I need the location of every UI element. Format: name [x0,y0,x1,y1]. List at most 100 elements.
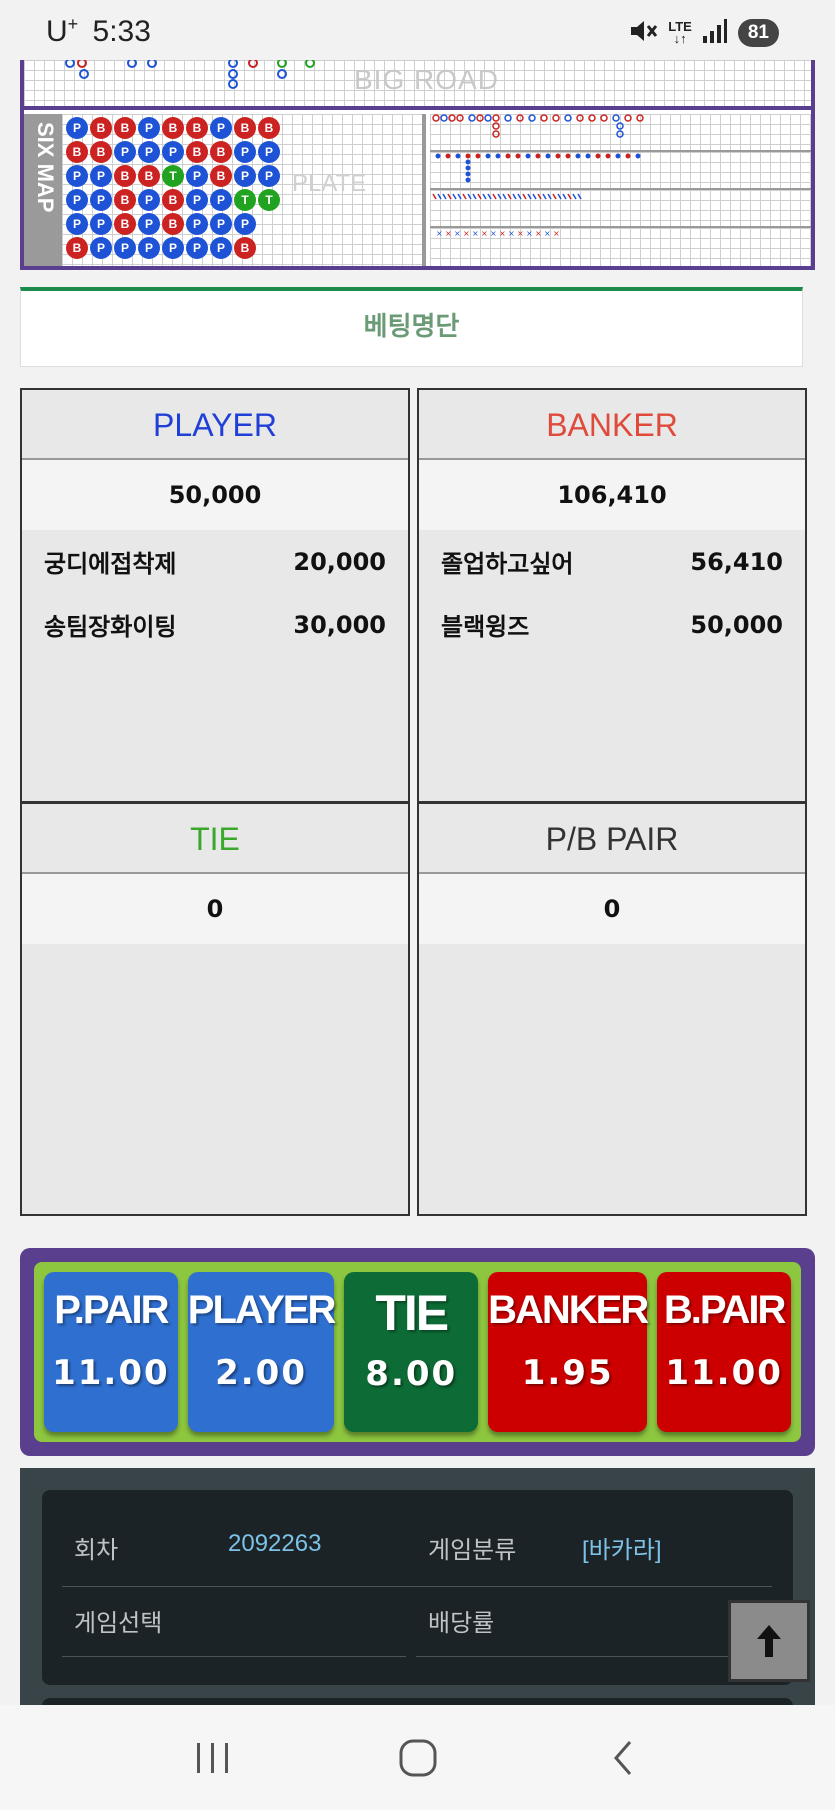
round-value: 2092263 [228,1530,322,1557]
x-road-mark: × [463,229,470,238]
odds-label: B.PAIR [663,1288,787,1332]
x-road-mark: × [553,229,560,238]
big-road: BIG ROAD [24,60,811,110]
player-odds-button[interactable]: PLAYER 2.00 [187,1272,337,1432]
cockroach-mark [567,193,572,200]
mute-icon [628,17,658,49]
lte-icon: LTE ↓↑ [668,19,692,46]
small-road-dot [465,171,471,177]
small-road-dot [575,153,581,159]
x-road-mark: × [526,229,533,238]
small-road-dot [565,153,571,159]
bead-P: P [186,237,208,259]
cockroach-mark [442,193,447,200]
odds-value: 1.95 [521,1353,614,1393]
bead-B: B [114,189,136,211]
cockroach-marks [432,193,582,200]
cockroach-mark [447,193,452,200]
bead-P: P [90,165,112,187]
cockroach-mark [507,193,512,200]
cockroach-mark [432,193,437,200]
bet-amount: 50,000 [690,610,783,639]
tie-odds-button[interactable]: TIE 8.00 [344,1272,479,1432]
home-icon [399,1739,436,1776]
cockroach-mark [497,193,502,200]
banker-title: BANKER [419,390,805,460]
bead-B: B [90,117,112,139]
cockroach-mark [457,193,462,200]
bead-B: B [162,117,184,139]
bet-row: 궁디에접착제 20,000 [22,530,408,593]
player-bet-list: 궁디에접착제 20,000 송팀장화이팅 30,000 [22,530,408,656]
cockroach-mark [487,193,492,200]
tie-title: TIE [22,804,408,874]
small-road-dot [525,153,531,159]
cockroach-mark [562,193,567,200]
recent-apps-button[interactable] [183,1728,243,1788]
bead-B: B [90,141,112,163]
bead-P: P [186,189,208,211]
bead-P: P [258,141,280,163]
odds-bar-inner: P.PAIR 11.00 PLAYER 2.00 TIE 8.00 BANKER… [34,1262,801,1442]
scroll-top-button[interactable] [728,1600,810,1682]
six-map: PBBPBBPBBBBPPPBBPPPPBBTPBPPPPBPBPPTTPPBP… [62,114,426,266]
carrier-sup: + [67,14,79,34]
bet-amount: 20,000 [293,547,386,576]
p-pair-odds-button[interactable]: P.PAIR 11.00 [44,1272,178,1432]
bead-B: B [66,237,88,259]
small-road-dot [515,153,521,159]
small-road-marks [435,153,641,183]
cockroach-mark [452,193,457,200]
cockroach-mark [527,193,532,200]
b-pair-odds-button[interactable]: B.PAIR 11.00 [657,1272,791,1432]
x-road-mark: × [544,229,551,238]
tie-total: 0 [22,874,408,944]
x-road-mark: × [490,229,497,238]
cockroach-mark [522,193,527,200]
small-road-dot [455,153,461,159]
bead-P: P [66,165,88,187]
small-road [430,152,811,190]
odds-label: PLAYER [187,1288,337,1332]
bead-B: B [234,117,256,139]
bettor-name: 궁디에접착제 [44,550,177,578]
pair-panel: P/B PAIR 0 [417,802,807,1216]
cockroach-road [430,190,811,228]
odds-value: 2.00 [215,1353,307,1393]
bead-B: B [114,213,136,235]
banker-odds-button[interactable]: BANKER 1.95 [488,1272,649,1432]
signal-icon [702,18,728,48]
bet-row: 졸업하고싶어 56,410 [419,530,805,593]
bead-P: P [138,117,160,139]
cockroach-mark [512,193,517,200]
cockroach-mark [477,193,482,200]
bead-B: B [210,165,232,187]
small-road-dot [485,153,491,159]
roadmap-panel: BIG ROAD SIX MAP PBBPBBPBBBBPPPBBPPPPBBT… [20,60,815,270]
banker-total: 106,410 [419,460,805,530]
bead-P: P [210,213,232,235]
bet-amount: 56,410 [690,547,783,576]
bead-P: P [114,237,136,259]
divider [416,1656,772,1657]
bead-T: T [162,165,184,187]
small-road-dot [615,153,621,159]
cockroach-mark [517,193,522,200]
bet-row: 송팀장화이팅 30,000 [22,593,408,656]
tie-panel: TIE 0 [20,802,410,1216]
home-button[interactable] [388,1728,448,1788]
back-button[interactable] [593,1728,653,1788]
odds-label: TIE [375,1285,449,1341]
cockroach-mark [437,193,442,200]
small-road-dot [465,177,471,183]
bead-B: B [162,189,184,211]
divider [62,1656,406,1657]
status-icons: LTE ↓↑ 81 [628,16,779,50]
bead-P: P [258,165,280,187]
odds-value: 11.00 [52,1353,170,1393]
bead-P: P [138,213,160,235]
arrow-up-icon [757,1625,781,1657]
watermark: PLATE [292,170,367,197]
betting-list-title: 베팅명단 [20,287,803,367]
category-label: 게임분류 [428,1536,517,1564]
